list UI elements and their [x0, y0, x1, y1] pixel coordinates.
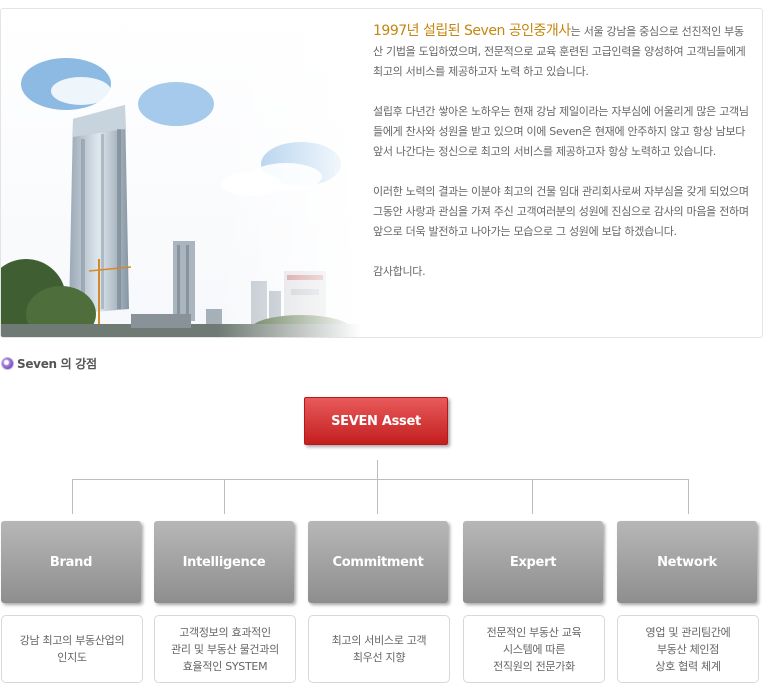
intelligence-box: Intelligence — [154, 521, 294, 603]
description-line: 최우선 지향 — [352, 651, 406, 664]
intro-paragraph-4: 감사합니다. — [373, 265, 426, 278]
network-description: 영업 및 관리팀간에 부동산 체인점 상호 협력 체계 — [617, 615, 759, 683]
description-line: 전직원의 전문가화 — [493, 659, 575, 673]
description-line: 최고의 서비스로 고객 — [331, 634, 427, 647]
brand-description: 강남 최고의 부동산업의 인지도 — [1, 615, 143, 683]
description-line: 영업 및 관리팀간에 — [645, 625, 731, 639]
seven-asset-root-box: SEVEN Asset — [304, 397, 448, 445]
section-title: Seven 의 강점 — [17, 356, 97, 371]
city-skyline-photo — [1, 9, 361, 337]
intro-lead: 1997년 설립된 Seven 공인중개사 — [373, 23, 571, 39]
description-line: 부동산 체인점 — [656, 642, 720, 656]
intro-paragraph-3: 이러한 노력의 결과는 이분야 최고의 건물 임대 관리회사로써 자부심을 갖게… — [373, 185, 749, 238]
description-line: 효율적인 SYSTEM — [182, 659, 268, 673]
description-line: 상호 협력 체계 — [655, 659, 721, 673]
commitment-description: 최고의 서비스로 고객 최우선 지향 — [308, 615, 450, 683]
description-line: 인지도 — [57, 651, 87, 664]
intro-paragraph-2: 설립후 다년간 쌓아온 노하우는 현재 강남 제일이라는 자부심에 어울리게 많… — [373, 105, 749, 158]
brand-box: Brand — [1, 521, 141, 603]
expert-box: Expert — [463, 521, 603, 603]
intelligence-description: 고객정보의 효과적인 관리 및 부동산 물건과의 효율적인 SYSTEM — [154, 615, 296, 683]
commitment-box: Commitment — [308, 521, 448, 603]
expert-description: 전문적인 부동산 교육 시스템에 따른 전직원의 전문가화 — [463, 615, 605, 683]
description-line: 전문적인 부동산 교육 — [486, 625, 582, 639]
intro-panel: 1997년 설립된 Seven 공인중개사는 서울 강남을 중심으로 선진적인 … — [0, 8, 763, 338]
description-line: 시스템에 따른 — [502, 642, 566, 656]
description-line: 관리 및 부동산 물건과의 — [171, 642, 279, 656]
intro-paragraph-1: 1997년 설립된 Seven 공인중개사는 서울 강남을 중심으로 선진적인 … — [373, 21, 749, 82]
network-box: Network — [617, 521, 757, 603]
purple-circle-bullet-icon — [2, 357, 13, 369]
intro-text: 1997년 설립된 Seven 공인중개사는 서울 강남을 중심으로 선진적인 … — [373, 21, 749, 302]
description-line: 강남 최고의 부동산업의 — [19, 634, 125, 647]
description-line: 고객정보의 효과적인 — [179, 625, 271, 639]
section-heading: Seven 의 강점 — [2, 354, 97, 372]
